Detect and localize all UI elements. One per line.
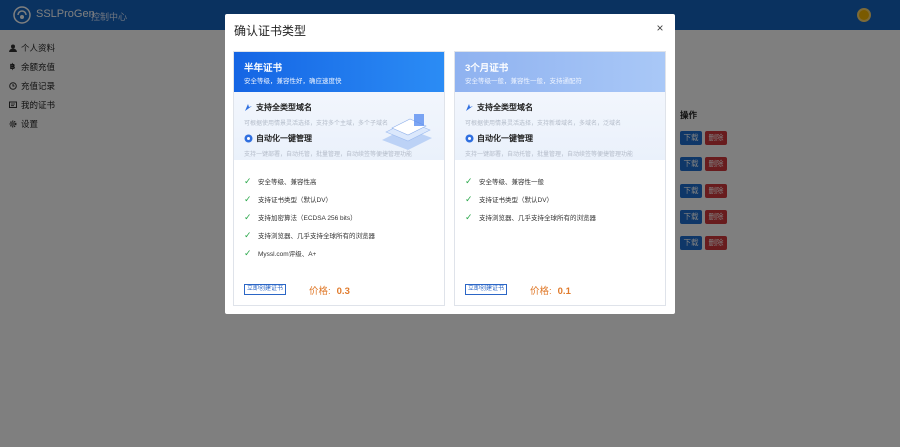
feature-domain: 支持全类型域名 可根据使用情景灵活选择，支持多个主域，多个子域名 (244, 102, 388, 127)
list-item: ✓ 安全等级、兼容性一般 (465, 175, 544, 187)
feature-title: 自动化一键管理 (477, 134, 533, 143)
plan-features: 支持全类型域名 可根据使用情景灵活选择，支持新增域名，多域名，泛域名 自动化一键… (455, 92, 665, 160)
plan-price: 价格: 0.1 (530, 283, 571, 297)
check-icon: ✓ (244, 175, 252, 186)
list-item: ✓ 支持证书类型（默认DV） (244, 193, 333, 205)
list-item: ✓ 支持浏览器、几乎支持全球所有的浏览器 (465, 211, 596, 223)
plan-card-header: 3个月证书 安全等级一般，兼容性一般，支持通配符 (455, 52, 665, 92)
plan-card-half-year[interactable]: 半年证书 安全等级，兼容性好，确应速度快 支持全类型域名 可根据使用情景灵活选择… (233, 51, 445, 306)
check-icon: ✓ (244, 229, 252, 240)
check-icon: ✓ (244, 247, 252, 258)
check-icon: ✓ (244, 211, 252, 222)
feature-title: 自动化一键管理 (256, 134, 312, 143)
create-certificate-button[interactable]: 立即创建证书 (244, 284, 286, 295)
list-item: ✓ 支持证书类型（默认DV） (465, 193, 554, 205)
dialog-title: 确认证书类型 (234, 24, 307, 38)
plan-card-header: 半年证书 安全等级，兼容性好，确应速度快 (234, 52, 444, 92)
plan-subtitle: 安全等级，兼容性好，确应速度快 (244, 78, 342, 85)
certificate-illustration-icon (382, 114, 432, 150)
price-amount: 0.3 (336, 286, 350, 297)
feature-desc: 可根据使用情景灵活选择，支持新增域名，多域名，泛域名 (465, 121, 622, 127)
automation-icon (465, 134, 474, 143)
feature-title: 支持全类型域名 (256, 103, 312, 112)
price-label: 价格: (530, 286, 552, 297)
feature-title: 支持全类型域名 (477, 103, 533, 112)
check-icon: ✓ (465, 211, 473, 222)
domain-icon (245, 104, 252, 111)
check-icon: ✓ (465, 193, 473, 204)
close-button[interactable]: × (653, 21, 667, 35)
list-item: ✓ 支持加密算法（ECDSA 256 bits） (244, 211, 357, 223)
list-item: ✓ 安全等级、兼容性高 (244, 175, 317, 187)
domain-icon (466, 104, 473, 111)
feature-domain: 支持全类型域名 可根据使用情景灵活选择，支持新增域名，多域名，泛域名 (465, 102, 621, 127)
feature-automation: 自动化一键管理 支持一键部署，自动托管，批量管理，自动续签等便捷管理功能 (465, 133, 633, 158)
feature-desc: 支持一键部署，自动托管，批量管理，自动续签等便捷管理功能 (465, 152, 634, 158)
plan-subtitle: 安全等级一般，兼容性一般，支持通配符 (465, 78, 582, 85)
check-icon: ✓ (244, 193, 252, 204)
price-label: 价格: (309, 286, 331, 297)
plan-check-list: ✓ 安全等级、兼容性一般 ✓ 支持证书类型（默认DV） ✓ 支持浏览器、几乎支持全球所… (465, 172, 596, 226)
plan-features: 支持全类型域名 可根据使用情景灵活选择，支持多个主域，多个子域名 自动化一键管理… (234, 92, 444, 160)
certificate-type-dialog: 确认证书类型 × 半年证书 安全等级，兼容性好，确应速度快 支持全类型域名 可根… (225, 14, 675, 314)
plan-price: 价格: 0.3 (309, 283, 350, 297)
plan-name: 半年证书 (244, 63, 283, 74)
plan-card-three-month[interactable]: 3个月证书 安全等级一般，兼容性一般，支持通配符 支持全类型域名 可根据使用情景… (454, 51, 666, 306)
plan-check-list: ✓ 安全等级、兼容性高 ✓ 支持证书类型（默认DV） ✓ 支持加密算法（ECDSA 2… (244, 172, 375, 262)
list-item: ✓ 支持浏览器、几乎支持全球所有的浏览器 (244, 229, 375, 241)
price-amount: 0.1 (557, 286, 571, 297)
create-certificate-button[interactable]: 立即创建证书 (465, 284, 507, 295)
check-icon: ✓ (465, 175, 473, 186)
plan-name: 3个月证书 (465, 63, 509, 74)
feature-desc: 可根据使用情景灵活选择，支持多个主域，多个子域名 (244, 121, 389, 127)
list-item: ✓ Myssl.com评级、A+ (244, 247, 317, 259)
automation-icon (244, 134, 253, 143)
